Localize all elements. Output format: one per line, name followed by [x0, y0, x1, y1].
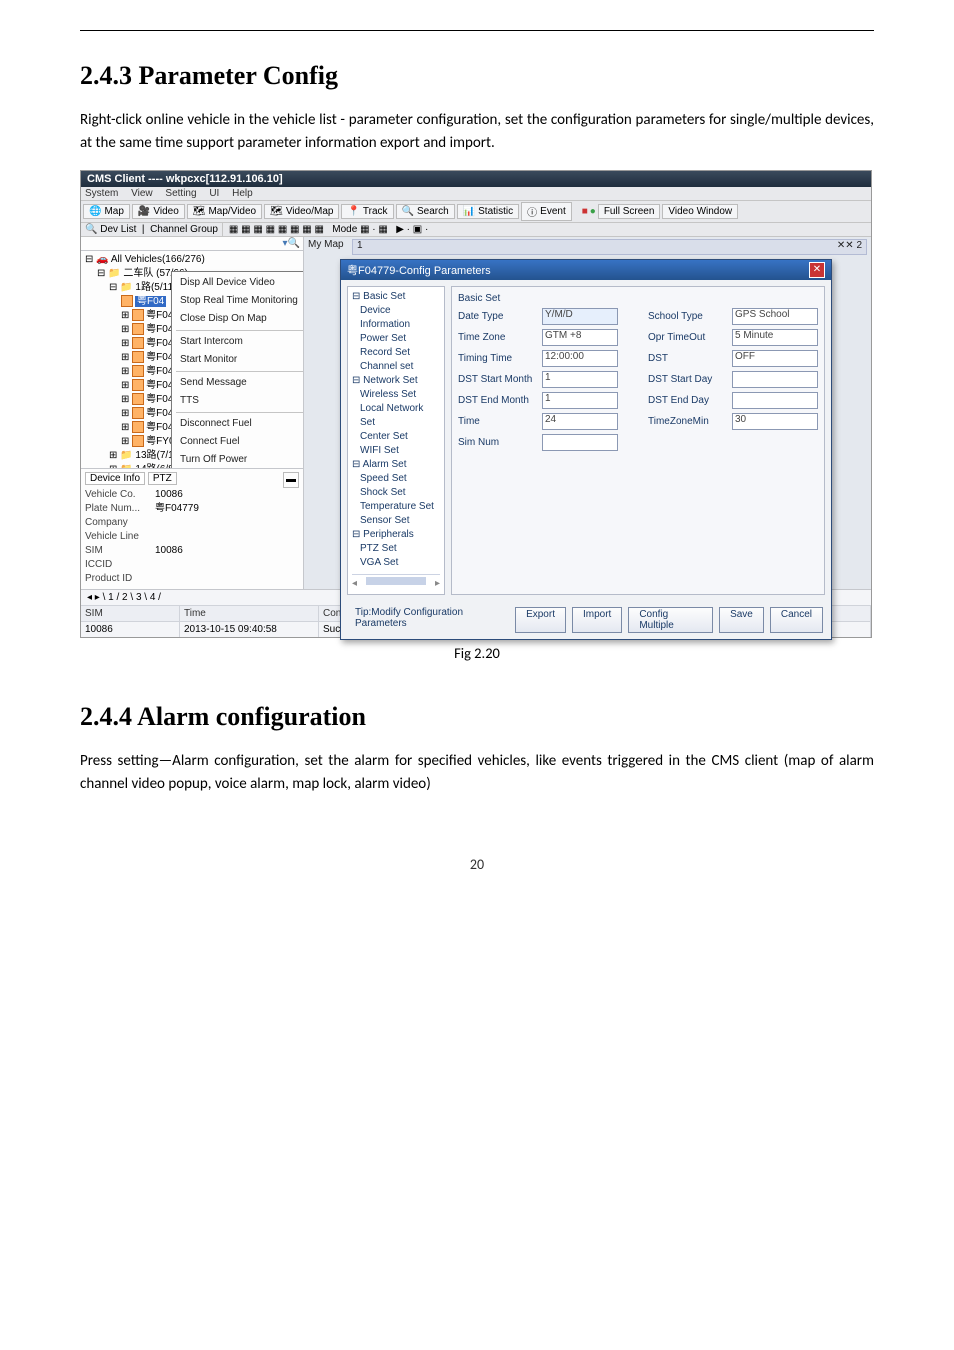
menu-ui[interactable]: UI [209, 188, 219, 199]
config-nav-tree[interactable]: ⊟ Basic Set Device Information Power Set… [347, 286, 445, 595]
tab-event[interactable]: ⓘEvent [521, 202, 572, 221]
import-button[interactable]: Import [572, 607, 622, 633]
sub-toolbar: 🔍 Dev List | Channel Group ▦ ▦ ▦ ▦ ▦ ▦ ▦… [81, 223, 871, 237]
paragraph-alarm-config: Press setting—Alarm configuration, set t… [80, 750, 874, 797]
config-multiple-button[interactable]: Config Multiple [628, 607, 713, 633]
field-opr-timeout[interactable]: 5 Minute [732, 329, 818, 346]
ctx-close-map[interactable]: Close Disp On Map [172, 310, 303, 328]
screenshot-fig-2-20: CMS Client ---- wkpcxc[112.91.106.10] Sy… [80, 170, 872, 638]
dialog-close-icon[interactable]: ✕ [809, 262, 825, 278]
field-dst-end-month[interactable]: 1 [542, 392, 618, 409]
figure-caption: Fig 2.20 [80, 644, 874, 662]
field-dst-end-day[interactable] [732, 392, 818, 409]
cancel-button[interactable]: Cancel [770, 607, 823, 633]
field-school-type[interactable]: GPS School [732, 308, 818, 325]
config-form: Basic Set Date TypeY/M/DSchool TypeGPS S… [451, 286, 825, 595]
config-parameters-dialog: 粤F04779-Config Parameters ✕ ⊟ Basic Set … [340, 259, 832, 640]
dialog-title: 粤F04779-Config Parameters [347, 262, 491, 278]
field-dst-start-day[interactable] [732, 371, 818, 388]
tab-map[interactable]: 🌐Map [83, 204, 130, 219]
vehicle-sidebar: ▾🔍 ⊟ 🚗 All Vehicles(166/276) ⊟ 📁 二车队 (57… [81, 237, 304, 589]
field-time[interactable]: 24 [542, 413, 618, 430]
field-timing-time[interactable]: 12:00:00 [542, 350, 618, 367]
selected-vehicle: 粤F04 [135, 296, 166, 307]
menu-view[interactable]: View [131, 188, 153, 199]
tab-mapvideo[interactable]: 🗺Map/Video [187, 204, 262, 219]
map-canvas: My Map 1 ✕✕ 2 粤F04779-Config Parameters … [304, 237, 871, 589]
paragraph-parameter-config: Right-click online vehicle in the vehicl… [80, 109, 874, 156]
ctx-start-intercom[interactable]: Start Intercom [172, 333, 303, 351]
ctx-turnoff-power[interactable]: Turn Off Power [172, 451, 303, 468]
tab-fullscreen[interactable]: Full Screen [598, 204, 661, 219]
tab-search[interactable]: 🔍Search [396, 204, 455, 219]
field-date-type[interactable]: Y/M/D [542, 308, 618, 325]
ctx-stop-realtime[interactable]: Stop Real Time Monitoring [172, 292, 303, 310]
field-dst-start-month[interactable]: 1 [542, 371, 618, 388]
ctx-start-monitor[interactable]: Start Monitor [172, 351, 303, 369]
menu-system[interactable]: System [85, 188, 118, 199]
mymap-label: My Map [308, 239, 344, 250]
ctx-disp-all[interactable]: Disp All Device Video [172, 274, 303, 292]
menu-setting[interactable]: Setting [165, 188, 196, 199]
save-button[interactable]: Save [719, 607, 764, 633]
tab-statistic[interactable]: 📊Statistic [457, 204, 519, 219]
ctx-send-message[interactable]: Send Message [172, 374, 303, 392]
field-dst[interactable]: OFF [732, 350, 818, 367]
vehicle-tree[interactable]: ⊟ 🚗 All Vehicles(166/276) ⊟ 📁 二车队 (57/66… [81, 251, 303, 468]
tab-videomap[interactable]: 🗺Video/Map [264, 204, 339, 219]
export-button[interactable]: Export [515, 607, 566, 633]
field-sim-num[interactable] [542, 434, 618, 451]
menu-help[interactable]: Help [232, 188, 253, 199]
window-title: CMS Client ---- wkpcxc[112.91.106.10] [81, 171, 871, 187]
field-time-zone[interactable]: GTM +8 [542, 329, 618, 346]
heading-alarm-config: 2.4.4 Alarm configuration [80, 702, 874, 732]
tab-ptz[interactable]: PTZ [148, 472, 177, 485]
heading-parameter-config: 2.4.3 Parameter Config [80, 61, 874, 91]
subtab-channelgroup[interactable]: Channel Group [150, 224, 218, 235]
tab-device-info[interactable]: Device Info [85, 472, 145, 485]
menu-bar[interactable]: System View Setting UI Help [81, 187, 871, 201]
group-basic-set: Basic Set [458, 293, 818, 304]
ctx-tts[interactable]: TTS [172, 392, 303, 410]
ctx-disconnect-fuel[interactable]: Disconnect Fuel [172, 415, 303, 433]
device-info-panel: Device Info PTZ ▬ Vehicle Co.10086Plate … [81, 468, 303, 589]
tab-videowindow[interactable]: Video Window [662, 204, 738, 219]
page-number: 20 [80, 856, 874, 873]
main-toolbar: 🌐Map 🎥Video 🗺Map/Video 🗺Video/Map 📍Track… [81, 201, 871, 223]
vehicle-context-menu[interactable]: Disp All Device Video Stop Real Time Mon… [171, 271, 303, 468]
tab-video[interactable]: 🎥Video [132, 204, 185, 219]
dialog-tip: Tip:Modify Configuration Parameters [349, 607, 509, 633]
subtab-devlist[interactable]: 🔍 Dev List [85, 224, 136, 235]
search-icon[interactable]: ▾🔍 [283, 238, 300, 249]
field-timezonemin[interactable]: 30 [732, 413, 818, 430]
ctx-connect-fuel[interactable]: Connect Fuel [172, 433, 303, 451]
tab-track[interactable]: 📍Track [341, 204, 393, 219]
close-pane-icon[interactable]: ✕✕ [837, 240, 854, 251]
collapse-icon[interactable]: ▬ [283, 472, 299, 488]
